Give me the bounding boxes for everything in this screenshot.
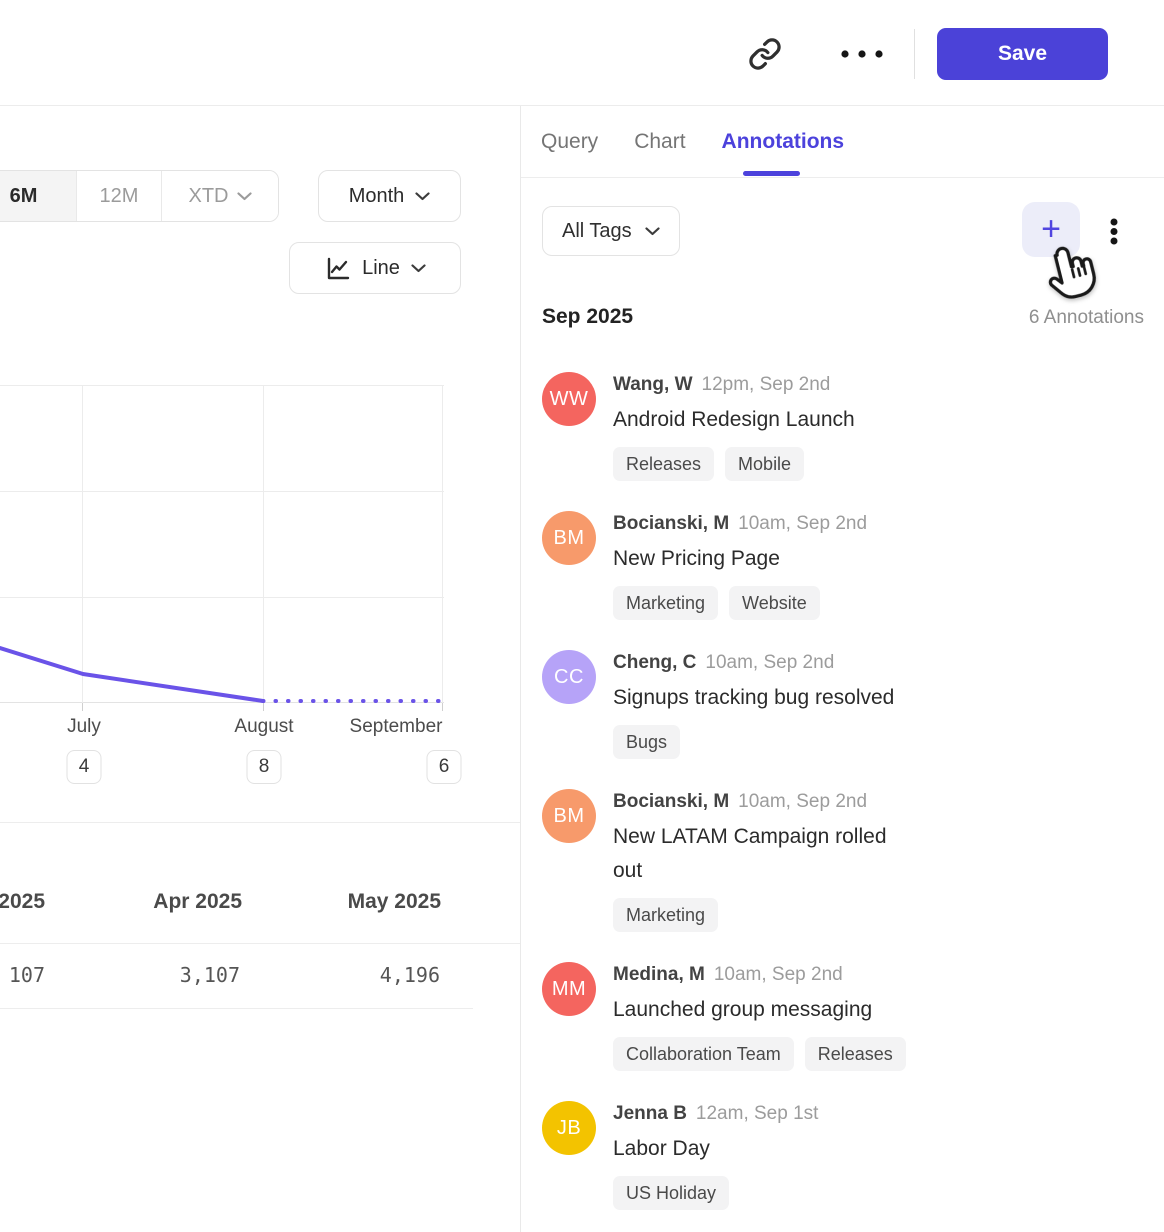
annotations-list: WW Wang, W 12pm, Sep 2nd Android Redesig… [542,372,1144,1232]
line-series [0,648,443,701]
annotations-menu-button[interactable] [1100,213,1128,251]
save-button[interactable]: Save [937,28,1108,80]
tabs-bottom-border [521,177,1164,178]
copy-link-button[interactable] [744,33,786,75]
annotation-author: Cheng, C [613,651,696,675]
app-window: Save Query Chart Annotations 6M 12M XTD … [0,0,1164,1232]
more-options-button[interactable] [834,40,890,68]
line-chart-icon [324,255,351,282]
top-bar: Save [0,0,1164,106]
annotation-item[interactable]: BM Bocianski, M 10am, Sep 2nd New LATAM … [542,789,1144,932]
annotation-tag: Bugs [613,725,680,759]
table-header-divider [0,943,520,944]
annotation-title: New LATAM Campaign rolled out [613,820,909,888]
x-axis-ticks [83,703,443,711]
annotation-tag: Mobile [725,447,804,481]
table-bottom-border [0,1008,473,1009]
annotation-tag: Releases [613,447,714,481]
link-icon [748,37,782,71]
annotation-title: Launched group messaging [613,993,906,1027]
annotation-count-badge-july[interactable]: 4 [67,750,102,784]
ellipsis-icon [839,49,885,59]
range-6m-button[interactable]: 6M [0,171,76,221]
x-axis-label-july: July [67,716,101,738]
annotation-timestamp: 10am, Sep 2nd [738,512,867,536]
add-annotation-button[interactable]: + [1022,202,1080,257]
annotation-timestamp: 12am, Sep 1st [696,1102,819,1126]
chevron-down-icon [415,192,430,201]
annotation-tag: Releases [805,1037,906,1071]
chevron-down-icon [645,227,660,236]
table-value-col2: 3,107 [20,963,240,987]
plus-icon: + [1041,210,1061,248]
topbar-divider [914,29,915,79]
annotation-item[interactable]: JB Jenna B 12am, Sep 1st Labor Day US Ho… [542,1101,1144,1210]
annotation-title: New Pricing Page [613,542,867,576]
chevron-down-icon [411,264,426,273]
annotation-timestamp: 12pm, Sep 2nd [702,373,831,397]
annotation-tag: Marketing [613,586,718,620]
chart-type-label: Line [362,257,400,280]
avatar: MM [542,962,596,1016]
chart-type-dropdown[interactable]: Line [289,242,461,294]
x-axis-label-august: August [234,716,293,738]
table-header-col3: May 2025 [221,890,441,914]
chevron-down-icon [237,192,252,201]
annotation-author: Wang, W [613,373,693,397]
tag-filter-label: All Tags [562,220,632,243]
annotation-author: Medina, M [613,963,705,987]
annotation-timestamp: 10am, Sep 2nd [738,790,867,814]
tab-query[interactable]: Query [541,130,598,154]
metric-line-svg [0,385,444,715]
annotation-author: Jenna B [613,1102,687,1126]
panel-divider [520,106,521,1232]
avatar: WW [542,372,596,426]
avatar: CC [542,650,596,704]
annotation-count-badge-august[interactable]: 8 [247,750,282,784]
table-top-border [0,822,520,823]
annotation-count-badge-september[interactable]: 6 [427,750,462,784]
tag-filter-dropdown[interactable]: All Tags [542,206,680,256]
annotation-author: Bocianski, M [613,512,729,536]
annotation-title: Android Redesign Launch [613,403,855,437]
annotation-author: Bocianski, M [613,790,729,814]
granularity-dropdown[interactable]: Month [318,170,461,222]
avatar: BM [542,789,596,843]
annotation-tag: Website [729,586,820,620]
annotations-section-header: Sep 2025 6 Annotations [542,305,1144,329]
table-value-col3: 4,196 [220,963,440,987]
annotation-item[interactable]: MM Medina, M 10am, Sep 2nd Launched grou… [542,962,1144,1071]
annotation-item[interactable]: WW Wang, W 12pm, Sep 2nd Android Redesig… [542,372,1144,481]
chart-gridlines [0,385,444,703]
annotations-count: 6 Annotations [1029,307,1144,329]
right-panel-tabs: Query Chart Annotations [541,106,844,177]
range-xtd-label: XTD [189,185,229,208]
kebab-menu-icon [1109,215,1119,249]
annotation-timestamp: 10am, Sep 2nd [714,963,843,987]
annotation-item[interactable]: BM Bocianski, M 10am, Sep 2nd New Pricin… [542,511,1144,620]
annotation-title: Labor Day [613,1132,818,1166]
annotation-timestamp: 10am, Sep 2nd [705,651,834,675]
tab-chart[interactable]: Chart [634,130,685,154]
section-month-title: Sep 2025 [542,305,633,329]
annotation-item[interactable]: CC Cheng, C 10am, Sep 2nd Signups tracki… [542,650,1144,759]
table-header-col2: Apr 2025 [22,890,242,914]
granularity-label: Month [349,185,405,208]
annotation-tag: Marketing [613,898,718,932]
annotation-tag: Collaboration Team [613,1037,794,1071]
x-axis-label-september: September [350,716,443,738]
date-range-segmented-control: 6M 12M XTD [0,170,279,222]
tab-annotations[interactable]: Annotations [722,130,844,154]
active-tab-underline [743,171,800,176]
range-xtd-button[interactable]: XTD [161,171,278,221]
avatar: JB [542,1101,596,1155]
range-12m-button[interactable]: 12M [76,171,161,221]
annotation-title: Signups tracking bug resolved [613,681,894,715]
annotation-tag: US Holiday [613,1176,729,1210]
avatar: BM [542,511,596,565]
